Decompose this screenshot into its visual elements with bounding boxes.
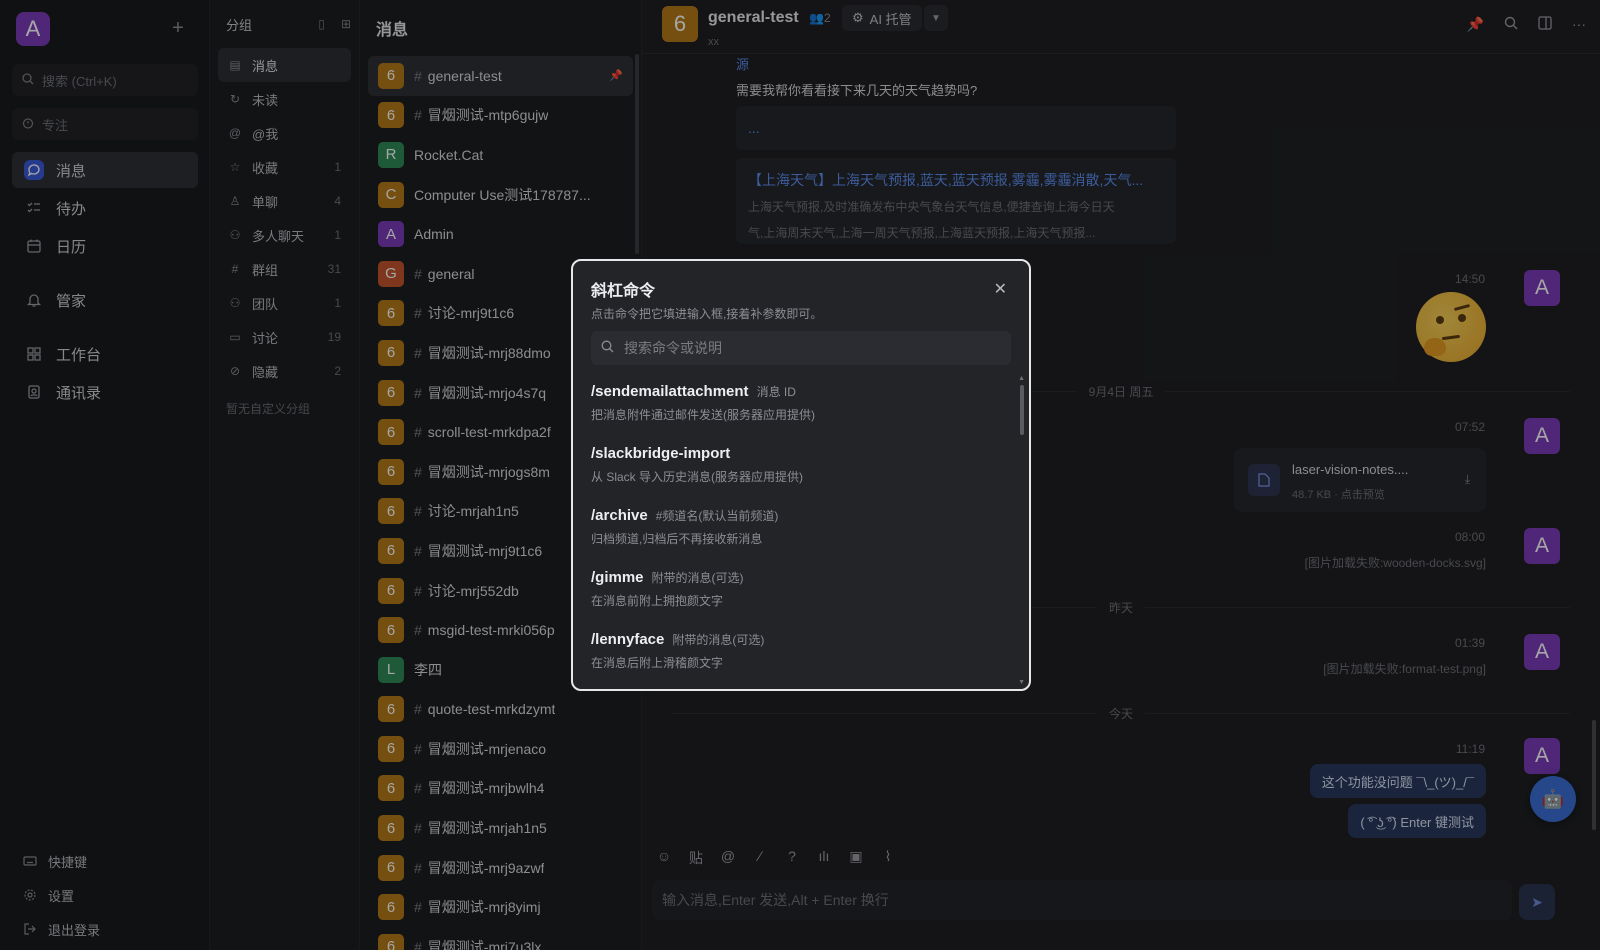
command-name: /sendemailattachment [591, 383, 749, 400]
command-list: /sendemailattachment 消息 ID 把消息附件通过邮件发送(服… [573, 373, 1013, 685]
command-name: /slackbridge-import [591, 445, 731, 462]
scroll-down-icon[interactable]: ▼ [1018, 679, 1025, 686]
command-item[interactable]: /sendemailattachment 消息 ID 把消息附件通过邮件发送(服… [573, 373, 1013, 435]
command-item[interactable]: /gimme 附带的消息(可选) 在消息前附上拥抱颜文字 [573, 559, 1013, 621]
scroll-up-icon[interactable]: ▲ [1018, 375, 1025, 382]
command-search-input[interactable]: 搜索命令或说明 [591, 331, 1011, 365]
command-arg: 消息 ID [756, 385, 796, 399]
command-desc: 在消息后附上滑稽颜文字 [591, 656, 724, 670]
command-desc: 把消息附件通过邮件发送(服务器应用提供) [591, 408, 815, 422]
search-icon [601, 340, 614, 356]
command-desc: 在消息前附上拥抱颜文字 [591, 594, 724, 608]
command-item[interactable]: /archive #频道名(默认当前频道) 归档频道,归档后不再接收新消息 [573, 497, 1013, 559]
command-list-scrollbar[interactable] [1020, 385, 1024, 435]
slash-command-dialog: 斜杠命令 ✕ 点击命令把它填进输入框,接着补参数即可。 搜索命令或说明 /sen… [571, 259, 1031, 691]
command-desc: 从 Slack 导入历史消息(服务器应用提供) [591, 470, 804, 484]
command-desc: 归档频道,归档后不再接收新消息 [591, 532, 763, 546]
dialog-title: 斜杠命令 [591, 283, 656, 300]
command-item[interactable]: /slackbridge-import 从 Slack 导入历史消息(服务器应用… [573, 435, 1013, 497]
command-search-placeholder: 搜索命令或说明 [624, 340, 722, 356]
command-arg: #频道名(默认当前频道) [655, 509, 779, 523]
command-name: /lennyface [591, 631, 665, 648]
dialog-description: 点击命令把它填进输入框,接着补参数即可。 [591, 307, 823, 321]
close-icon[interactable]: ✕ [994, 279, 1007, 299]
command-arg: 附带的消息(可选) [672, 633, 765, 647]
app-window: A + 搜索 (Ctrl+K) 专注 消息 待办 日历 管家 工作台 通讯录 快… [0, 0, 1600, 950]
command-arg: 附带的消息(可选) [651, 571, 744, 585]
command-name: /gimme [591, 569, 644, 586]
command-name: /archive [591, 507, 648, 524]
command-item[interactable]: /lennyface 附带的消息(可选) 在消息后附上滑稽颜文字 [573, 621, 1013, 683]
